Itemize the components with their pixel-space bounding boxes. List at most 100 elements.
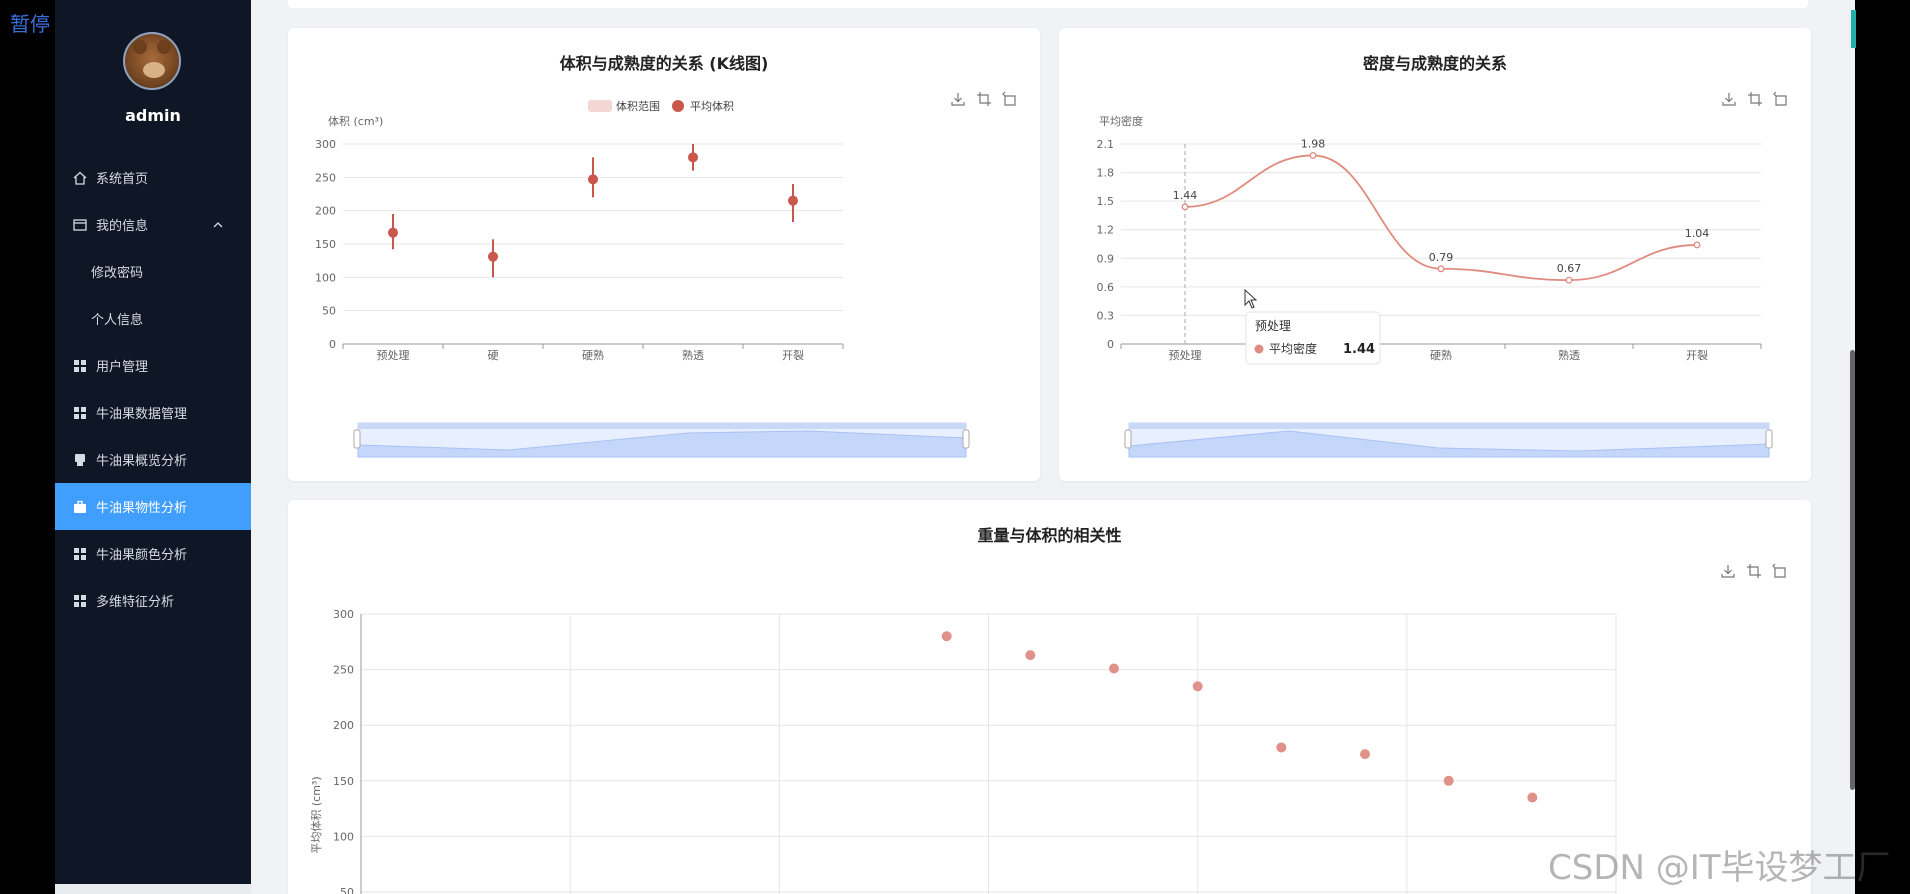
sidebar: admin 系统首页 我的信息 修改密码 个人信息 用户管理 牛油果数据管理 牛… xyxy=(55,0,251,894)
mean-point xyxy=(388,227,398,238)
sidebar-item-label: 多维特征分析 xyxy=(96,595,175,610)
datazoom-slider[interactable] xyxy=(353,422,970,458)
y-tick-label: 250 xyxy=(333,664,354,677)
right-edge-tab xyxy=(1851,10,1856,48)
data-point xyxy=(1181,203,1189,211)
grid-icon xyxy=(72,358,88,374)
chevron-up-icon[interactable] xyxy=(213,218,223,233)
density-line-chart: 平均密度 00.30.60.91.21.51.82.1预处理硬硬熟熟透开裂 1.… xyxy=(1097,114,1773,458)
sidebar-item-label: 牛油果颜色分析 xyxy=(96,548,188,563)
sidebar-item-physical[interactable]: 牛油果物性分析 xyxy=(55,483,251,530)
y-tick-label: 0.9 xyxy=(1097,252,1115,265)
y-tick-label: 2.1 xyxy=(1097,138,1115,151)
mean-point xyxy=(488,251,498,262)
grid-icon xyxy=(72,405,88,421)
sidebar-item-label: 我的信息 xyxy=(96,219,149,234)
sidebar-item-label: 用户管理 xyxy=(96,360,149,375)
datazoom-slider[interactable] xyxy=(1124,422,1773,458)
legend-mean-swatch[interactable] xyxy=(672,100,684,112)
scatter-point xyxy=(1527,792,1538,803)
volume-kline-chart: 体积范围 平均体积 体积 (cm³) 0 50 100 150 200 250 300 预处理… xyxy=(315,99,970,458)
volume-chart-card: 体积与成熟度的关系 (K线图) 体积范围 平均体积 体积 (cm³) 0 50 10… xyxy=(288,28,1040,481)
scatter-point xyxy=(1192,681,1203,692)
legend-range-label: 体积范围 xyxy=(616,99,660,113)
scatter-point xyxy=(1443,775,1454,786)
x-tick-label: 预处理 xyxy=(377,349,410,362)
x-tick-label: 硬熟 xyxy=(582,348,604,362)
y-axis-label: 体积 (cm³) xyxy=(328,114,383,128)
y-axis-label: 平均体积 (cm³) xyxy=(309,776,323,853)
sidebar-item-overview[interactable]: 牛油果概览分析 xyxy=(55,436,251,483)
screen: 暂停 admin 系统首页 我的信息 修改密码 个人信息 用户管理 牛油果数据管… xyxy=(0,0,1910,894)
y-tick-label: 200 xyxy=(333,719,354,732)
mean-point xyxy=(788,195,798,206)
mean-point xyxy=(588,174,598,185)
data-label: 0.67 xyxy=(1557,262,1582,275)
scatter-point xyxy=(941,631,952,642)
sidebar-scrollbar[interactable] xyxy=(55,884,251,894)
tooltip-value: 1.44 xyxy=(1343,342,1375,357)
right-edge xyxy=(1855,0,1910,894)
watermark: CSDN @IT毕设梦工厂 xyxy=(1548,848,1891,888)
sidebar-item-color[interactable]: 牛油果颜色分析 xyxy=(55,530,251,577)
tooltip: 预处理 平均密度 1.44 xyxy=(1245,311,1381,365)
sidebar-item-multidim[interactable]: 多维特征分析 xyxy=(55,577,251,624)
legend-mean-label: 平均体积 xyxy=(690,99,734,113)
y-tick-label: 0.3 xyxy=(1097,309,1115,322)
main-content: 体积与成熟度的关系 (K线图) 体积范围 平均体积 体积 (cm³) 0 50 10… xyxy=(251,0,1855,894)
mean-point xyxy=(688,152,698,163)
data-point xyxy=(1693,241,1701,249)
y-tick-label: 250 xyxy=(315,171,336,184)
sidebar-item-label: 牛油果数据管理 xyxy=(96,407,188,422)
slider-handle-left[interactable] xyxy=(353,429,361,449)
y-tick-label: 150 xyxy=(315,238,336,251)
sidebar-item-label: 修改密码 xyxy=(91,266,144,281)
sidebar-item-my-info[interactable]: 我的信息 xyxy=(55,201,251,248)
slider-handle-right[interactable] xyxy=(1765,429,1773,449)
slider-handle-left[interactable] xyxy=(1124,429,1132,449)
printer-icon xyxy=(72,452,88,468)
x-tick-label: 熟透 xyxy=(1558,348,1580,362)
sidebar-item-users[interactable]: 用户管理 xyxy=(55,342,251,389)
y-tick-label: 0 xyxy=(329,338,336,351)
y-tick-label: 0.6 xyxy=(1097,281,1115,294)
y-tick-label: 100 xyxy=(315,271,336,284)
weight-volume-card: 重量与体积的相关性 平均体积 (cm³) 50 100 150 200 250 300 xyxy=(288,500,1811,894)
sidebar-menu: 系统首页 我的信息 修改密码 个人信息 用户管理 牛油果数据管理 牛油果概览分析… xyxy=(55,154,251,624)
scatter-point xyxy=(1109,663,1119,674)
y-tick-label: 300 xyxy=(315,138,336,151)
y-tick-label: 0 xyxy=(1107,338,1114,351)
legend-range-swatch[interactable] xyxy=(588,100,612,112)
slider-handle-right[interactable] xyxy=(962,429,970,449)
sidebar-item-label: 牛油果物性分析 xyxy=(96,501,188,516)
y-tick-label: 300 xyxy=(333,608,354,621)
y-axis-label: 平均密度 xyxy=(1099,114,1143,128)
sidebar-item-profile[interactable]: 个人信息 xyxy=(55,295,251,342)
x-tick-label: 预处理 xyxy=(1169,349,1202,362)
x-tick-label: 开裂 xyxy=(1686,349,1708,362)
pause-label[interactable]: 暂停 xyxy=(10,8,50,37)
grid-icon xyxy=(72,546,88,562)
sidebar-item-change-password[interactable]: 修改密码 xyxy=(55,248,251,295)
x-tick-label: 硬 xyxy=(488,349,499,362)
x-tick-label: 开裂 xyxy=(782,349,804,362)
sidebar-item-home[interactable]: 系统首页 xyxy=(55,154,251,201)
weight-volume-scatter: 平均体积 (cm³) 50 100 150 200 250 300 xyxy=(309,608,1617,894)
sidebar-item-label: 牛油果概览分析 xyxy=(96,454,188,469)
data-point xyxy=(1437,265,1445,273)
y-tick-label: 50 xyxy=(322,305,336,318)
y-tick-label: 100 xyxy=(333,830,354,843)
y-tick-label: 150 xyxy=(333,775,354,788)
data-point xyxy=(1565,276,1573,284)
scatter-point xyxy=(1276,742,1287,753)
avatar[interactable] xyxy=(123,32,181,90)
sidebar-item-label: 系统首页 xyxy=(96,172,149,187)
scatter-point xyxy=(1360,749,1370,760)
page-scrollbar[interactable] xyxy=(1850,350,1855,790)
sidebar-item-data-management[interactable]: 牛油果数据管理 xyxy=(55,389,251,436)
y-tick-label: 1.5 xyxy=(1097,195,1115,208)
grid-icon xyxy=(72,593,88,609)
mouse-cursor xyxy=(1244,288,1258,309)
y-tick-label: 1.8 xyxy=(1097,167,1115,180)
data-label: 1.98 xyxy=(1301,137,1326,150)
